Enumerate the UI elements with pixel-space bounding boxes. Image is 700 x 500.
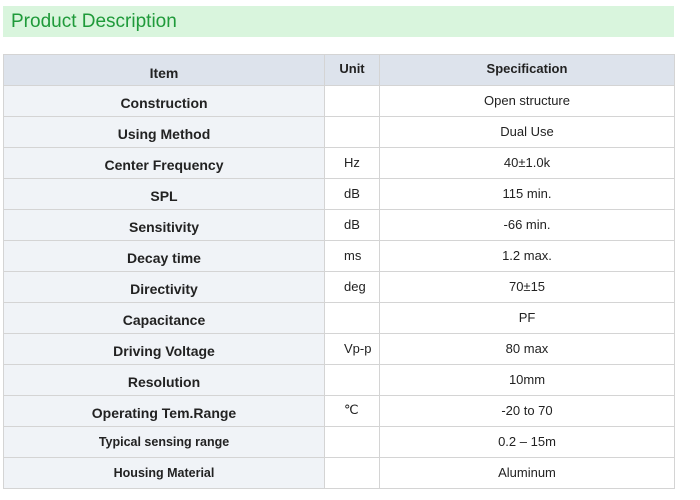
row-spec: Dual Use — [379, 116, 675, 148]
table-row: Capacitance PF — [3, 302, 675, 334]
row-unit — [324, 364, 380, 396]
row-item: Operating Tem.Range — [3, 395, 325, 427]
row-unit — [324, 116, 380, 148]
section-title: Product Description — [11, 10, 177, 32]
row-spec: PF — [379, 302, 675, 334]
row-spec: 40±1.0k — [379, 147, 675, 179]
row-item: Sensitivity — [3, 209, 325, 241]
row-unit: deg — [324, 271, 380, 303]
row-item: Housing Material — [3, 457, 325, 489]
row-item: Decay time — [3, 240, 325, 272]
row-unit: ℃ — [324, 395, 380, 427]
row-spec: Open structure — [379, 85, 675, 117]
row-unit — [324, 457, 380, 489]
column-header-item: Item — [3, 54, 325, 86]
table-row: Using Method Dual Use — [3, 116, 675, 148]
row-unit: dB — [324, 209, 380, 241]
row-spec: -66 min. — [379, 209, 675, 241]
row-spec: 115 min. — [379, 178, 675, 210]
row-item: Driving Voltage — [3, 333, 325, 365]
table-row: SPL dB 115 min. — [3, 178, 675, 210]
table-row: Center Frequency Hz 40±1.0k — [3, 147, 675, 179]
table-row: Construction Open structure — [3, 85, 675, 117]
table-row: Decay time ms 1.2 max. — [3, 240, 675, 272]
row-item: Resolution — [3, 364, 325, 396]
table-row: Operating Tem.Range ℃ -20 to 70 — [3, 395, 675, 427]
table-row: Housing Material Aluminum — [3, 457, 675, 489]
row-unit — [324, 302, 380, 334]
column-header-unit: Unit — [324, 54, 380, 86]
spec-table: Item Unit Specification Construction Ope… — [3, 54, 675, 489]
page: Product Description Item Unit Specificat… — [0, 0, 700, 500]
row-item: SPL — [3, 178, 325, 210]
row-unit: Hz — [324, 147, 380, 179]
row-item: Capacitance — [3, 302, 325, 334]
table-row: Sensitivity dB -66 min. — [3, 209, 675, 241]
row-item: Center Frequency — [3, 147, 325, 179]
row-item: Construction — [3, 85, 325, 117]
table-row: Directivity deg 70±15 — [3, 271, 675, 303]
row-unit — [324, 426, 380, 458]
column-header-specification: Specification — [379, 54, 675, 86]
row-item: Directivity — [3, 271, 325, 303]
table-row: Resolution 10mm — [3, 364, 675, 396]
section-header: Product Description — [3, 6, 674, 37]
row-unit: Vp-p — [324, 333, 380, 365]
row-spec: 10mm — [379, 364, 675, 396]
row-unit — [324, 85, 380, 117]
row-spec: 1.2 max. — [379, 240, 675, 272]
row-item: Typical sensing range — [3, 426, 325, 458]
table-row: Typical sensing range 0.2 – 15m — [3, 426, 675, 458]
table-row: Driving Voltage Vp-p 80 max — [3, 333, 675, 365]
row-spec: 80 max — [379, 333, 675, 365]
row-spec: Aluminum — [379, 457, 675, 489]
table-header-row: Item Unit Specification — [3, 54, 675, 86]
row-item: Using Method — [3, 116, 325, 148]
row-spec: -20 to 70 — [379, 395, 675, 427]
row-spec: 70±15 — [379, 271, 675, 303]
row-unit: ms — [324, 240, 380, 272]
row-spec: 0.2 – 15m — [379, 426, 675, 458]
row-unit: dB — [324, 178, 380, 210]
